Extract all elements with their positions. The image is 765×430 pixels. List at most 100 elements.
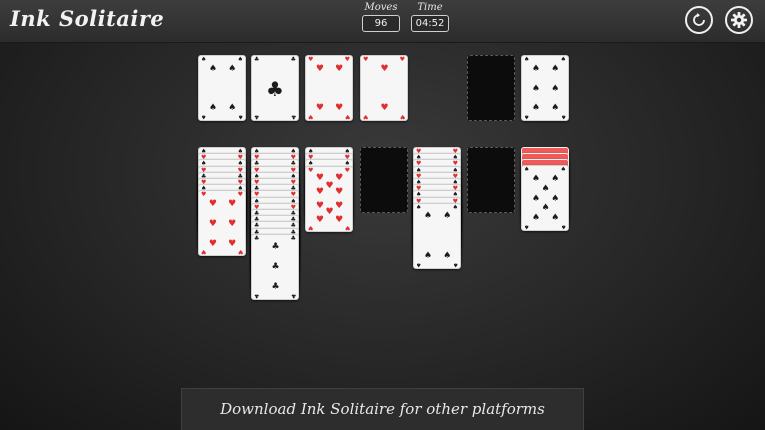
restart-icon: [693, 13, 705, 26]
hearts-corner-icon: ♥: [344, 166, 350, 174]
hearts-pip-icon: ♥: [208, 218, 217, 229]
spades-pip-icon: ♠: [551, 193, 560, 204]
spades-corner-icon: ♠: [237, 56, 243, 63]
spades-corner-icon: ♠: [560, 56, 566, 63]
hearts-pip-icon: ♥: [325, 207, 334, 218]
hearts-pip-icon: ♥: [315, 103, 324, 114]
spades-corner-icon: ♠: [452, 203, 458, 211]
spades-pip-icon: ♠: [208, 63, 217, 74]
top-bar: Ink Solitaire Moves 96 Time 04:52: [0, 0, 765, 43]
clubs-pip-icon: ♣: [266, 77, 284, 101]
moves-label: Moves: [364, 2, 398, 13]
spades-corner-icon: ♠: [201, 56, 207, 63]
tableau-card[interactable]: ♠♠♠♠♠♠♠♠♠♠♠♠: [521, 165, 569, 231]
hearts-corner-icon: ♥: [363, 56, 369, 63]
spades-corner-icon: ♠: [416, 260, 422, 268]
hearts-corner-icon: ♥: [308, 113, 314, 120]
spades-corner-icon: ♠: [524, 223, 530, 230]
spades-pip-icon: ♠: [551, 173, 560, 184]
spades-pip-icon: ♠: [551, 213, 560, 224]
clubs-corner-icon: ♣: [290, 291, 296, 299]
spades-corner-icon: ♠: [560, 166, 566, 173]
hearts-pip-icon: ♥: [380, 103, 389, 114]
hearts-pip-icon: ♥: [208, 199, 217, 210]
spades-pip-icon: ♠: [551, 83, 560, 94]
spades-pip-icon: ♠: [208, 103, 217, 114]
stock-card[interactable]: ♠ ♠ ♠ ♠ ♠ ♠ ♠ ♠ ♠ ♠: [521, 55, 569, 121]
time-value: 04:52: [411, 15, 449, 32]
clubs-corner-icon: ♣: [254, 291, 260, 299]
spades-corner-icon: ♠: [201, 113, 207, 120]
hearts-corner-icon: ♥: [308, 166, 314, 174]
foundation-card[interactable]: ♥ ♥ ♥ ♥ ♥ ♥ ♥ ♥: [305, 55, 353, 121]
hearts-pip-icon: ♥: [228, 238, 237, 249]
hearts-corner-icon: ♥: [344, 223, 350, 231]
download-banner[interactable]: Download Ink Solitaire for other platfor…: [181, 388, 584, 430]
hearts-corner-icon: ♥: [201, 248, 207, 256]
tableau-card[interactable]: ♥♥♥♥♥♥♥♥♥♥♥♥♥♥: [305, 165, 353, 232]
spades-corner-icon: ♠: [237, 113, 243, 120]
time-counter: Time 04:52: [411, 2, 449, 32]
hearts-pip-icon: ♥: [315, 172, 324, 183]
spades-pip-icon: ♠: [531, 103, 540, 114]
hearts-pip-icon: ♥: [335, 103, 344, 114]
gear-icon: [731, 12, 747, 28]
hearts-corner-icon: ♥: [237, 191, 243, 199]
hearts-corner-icon: ♥: [399, 113, 405, 120]
hearts-corner-icon: ♥: [344, 56, 350, 63]
tableau-card[interactable]: ♣ ♣ ♣ ♣ ♣ ♣ ♣: [251, 233, 299, 300]
time-label: Time: [417, 2, 443, 13]
hearts-pip-icon: ♥: [315, 215, 324, 226]
hearts-pip-icon: ♥: [325, 180, 334, 191]
tableau-empty-slot[interactable]: [360, 147, 408, 213]
spades-pip-icon: ♠: [551, 63, 560, 74]
spades-pip-icon: ♠: [531, 83, 540, 94]
waste-slot[interactable]: [467, 55, 515, 121]
spades-pip-icon: ♠: [531, 193, 540, 204]
hearts-corner-icon: ♥: [201, 191, 207, 199]
foundation-card[interactable]: ♠ ♠ ♠ ♠ ♠ ♠ ♠ ♠: [198, 55, 246, 121]
tableau-empty-slot[interactable]: [467, 147, 515, 213]
spades-pip-icon: ♠: [443, 211, 452, 222]
tableau-card[interactable]: ♠ ♠ ♠ ♠ ♠ ♠ ♠ ♠: [413, 202, 461, 269]
hearts-pip-icon: ♥: [228, 218, 237, 229]
settings-button[interactable]: [725, 6, 753, 34]
hearts-pip-icon: ♥: [208, 238, 217, 249]
spades-corner-icon: ♠: [524, 166, 530, 173]
hearts-pip-icon: ♥: [335, 186, 344, 197]
foundation-card[interactable]: ♥ ♥ ♥ ♥ ♥ ♥: [360, 55, 408, 121]
spades-pip-icon: ♠: [443, 251, 452, 262]
spades-corner-icon: ♠: [524, 56, 530, 63]
clubs-corner-icon: ♣: [254, 113, 260, 120]
hearts-pip-icon: ♥: [315, 186, 324, 197]
moves-value: 96: [362, 15, 400, 32]
hearts-pip-icon: ♥: [335, 172, 344, 183]
clubs-corner-icon: ♣: [290, 56, 296, 63]
spades-pip-icon: ♠: [228, 103, 237, 114]
clubs-pip-icon: ♣: [271, 242, 280, 253]
clubs-corner-icon: ♣: [254, 56, 260, 63]
spades-corner-icon: ♠: [452, 260, 458, 268]
moves-counter: Moves 96: [362, 2, 400, 32]
spades-corner-icon: ♠: [560, 113, 566, 120]
spades-pip-icon: ♠: [228, 63, 237, 74]
spades-corner-icon: ♠: [416, 203, 422, 211]
tableau-card[interactable]: ♥♥♥♥♥♥♥♥♥♥: [198, 190, 246, 257]
hearts-pip-icon: ♥: [335, 215, 344, 226]
spades-pip-icon: ♠: [531, 173, 540, 184]
spades-pip-icon: ♠: [531, 63, 540, 74]
hearts-pip-icon: ♥: [228, 199, 237, 210]
hearts-corner-icon: ♥: [363, 113, 369, 120]
hearts-corner-icon: ♥: [308, 56, 314, 63]
restart-button[interactable]: [685, 6, 713, 34]
hearts-pip-icon: ♥: [315, 63, 324, 74]
hearts-pip-icon: ♥: [380, 63, 389, 74]
hearts-corner-icon: ♥: [344, 113, 350, 120]
clubs-corner-icon: ♣: [290, 113, 296, 120]
spades-pip-icon: ♠: [531, 213, 540, 224]
hearts-corner-icon: ♥: [237, 248, 243, 256]
clubs-pip-icon: ♣: [271, 262, 280, 273]
hearts-corner-icon: ♥: [399, 56, 405, 63]
spades-corner-icon: ♠: [560, 223, 566, 230]
foundation-card[interactable]: ♣ ♣ ♣ ♣ ♣: [251, 55, 299, 121]
